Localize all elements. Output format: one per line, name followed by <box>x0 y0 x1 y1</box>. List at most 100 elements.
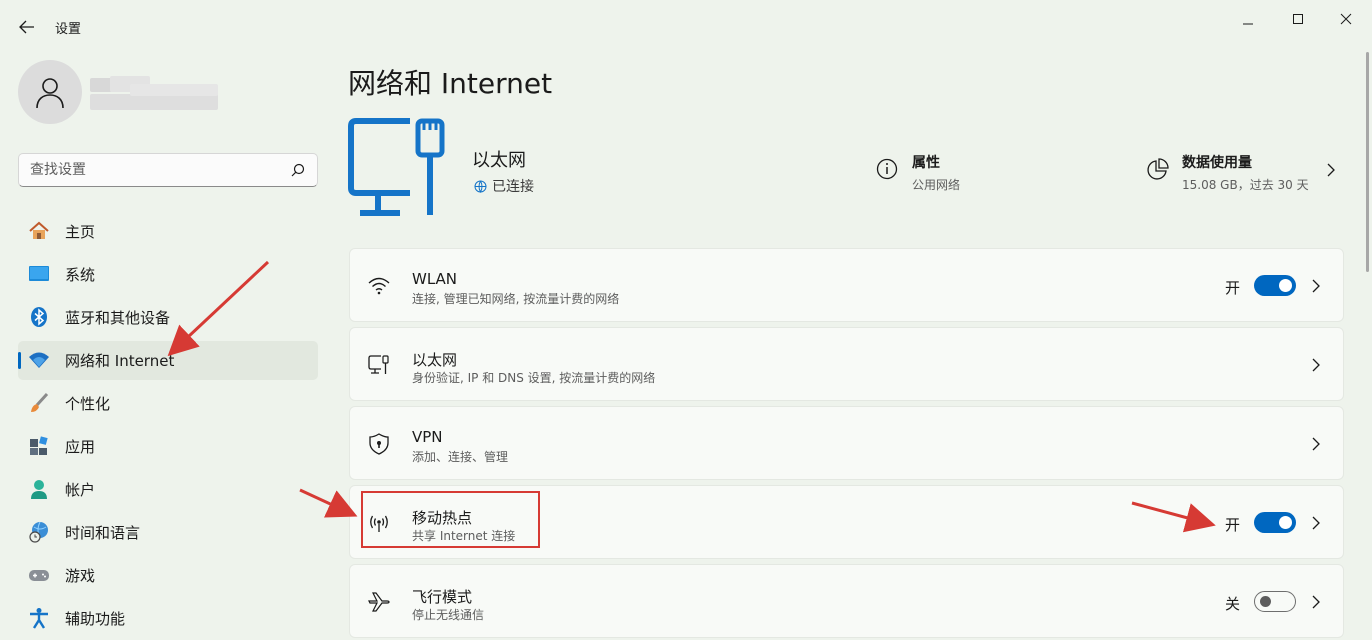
toggle-state-label: 关 <box>1224 595 1240 613</box>
toggle-knob <box>1260 596 1271 607</box>
connection-status: 已连接 <box>474 176 534 196</box>
gamepad-icon <box>28 564 50 586</box>
properties-subtitle: 公用网络 <box>912 178 961 192</box>
sidebar-item-label: 网络和 Internet <box>65 352 175 370</box>
sidebar-item-label: 主页 <box>65 223 96 241</box>
settings-cards: WLAN 连接, 管理已知网络, 按流量计费的网络 开 以太网 身份验证, IP… <box>349 248 1344 640</box>
person-icon <box>36 78 64 109</box>
apps-icon <box>28 435 50 457</box>
hotspot-icon <box>368 512 390 534</box>
connection-name: 以太网 <box>472 150 526 171</box>
sidebar-item-apps[interactable]: 应用 <box>18 427 318 466</box>
sidebar-item-network[interactable]: 网络和 Internet <box>18 341 318 380</box>
account-icon <box>28 478 50 500</box>
scrollbar[interactable] <box>1366 52 1369 632</box>
card-subtitle: 共享 Internet 连接 <box>412 529 516 543</box>
scrollbar-thumb[interactable] <box>1366 52 1369 272</box>
card-title: 移动热点 <box>412 509 473 527</box>
shield-icon <box>368 433 390 455</box>
mobile-hotspot-card[interactable]: 移动热点 共享 Internet 连接 开 <box>349 485 1344 559</box>
chevron-right-icon <box>1309 515 1323 531</box>
avatar <box>18 60 82 124</box>
card-title: VPN <box>412 428 443 446</box>
chevron-right-icon <box>1309 594 1323 610</box>
wifi-icon <box>28 349 50 371</box>
search-box[interactable] <box>18 153 318 187</box>
maximize-button[interactable] <box>1276 6 1320 32</box>
search-input[interactable] <box>19 154 269 186</box>
ethernet-icon <box>368 354 390 376</box>
app-title: 设置 <box>55 22 82 37</box>
sidebar-item-label: 系统 <box>65 266 96 284</box>
pie-chart-icon <box>1147 158 1169 180</box>
bluetooth-icon <box>28 306 50 328</box>
title-bar: 设置 <box>0 0 1372 52</box>
chevron-right-icon <box>1309 357 1323 373</box>
info-icon <box>876 158 898 180</box>
sidebar-item-bluetooth[interactable]: 蓝牙和其他设备 <box>18 298 318 337</box>
connection-status-text: 已连接 <box>492 179 534 195</box>
sidebar-item-system[interactable]: 系统 <box>18 255 318 294</box>
minimize-icon <box>1243 23 1253 25</box>
sidebar-item-label: 游戏 <box>65 567 96 585</box>
system-icon <box>28 263 50 285</box>
globe-icon <box>474 180 487 193</box>
close-button[interactable] <box>1324 6 1368 32</box>
accessibility-icon <box>28 607 50 629</box>
page-title: 网络和 Internet <box>348 67 553 100</box>
sidebar-item-label: 帐户 <box>65 481 96 499</box>
toggle-state-label: 开 <box>1224 279 1240 297</box>
data-usage-subtitle: 15.08 GB，过去 30 天 <box>1182 178 1309 192</box>
toggle-knob <box>1279 279 1292 292</box>
data-usage-title: 数据使用量 <box>1182 155 1252 171</box>
brush-icon <box>28 392 50 414</box>
blurred-user-name <box>90 74 220 114</box>
arrow-left-icon <box>19 20 34 34</box>
chevron-right-icon <box>1309 278 1323 294</box>
vpn-card[interactable]: VPN 添加、连接、管理 <box>349 406 1344 480</box>
card-subtitle: 连接, 管理已知网络, 按流量计费的网络 <box>412 292 620 306</box>
wlan-card[interactable]: WLAN 连接, 管理已知网络, 按流量计费的网络 开 <box>349 248 1344 322</box>
sidebar-item-gaming[interactable]: 游戏 <box>18 556 318 595</box>
sidebar-item-accessibility[interactable]: 辅助功能 <box>18 599 318 638</box>
globe-clock-icon <box>28 521 50 543</box>
sidebar-item-home[interactable]: 主页 <box>18 212 318 251</box>
back-button[interactable] <box>14 14 40 40</box>
home-icon <box>28 220 50 242</box>
airplane-mode-toggle[interactable] <box>1254 591 1296 612</box>
search-icon[interactable] <box>291 163 305 177</box>
minimize-button[interactable] <box>1226 6 1270 32</box>
properties-title: 属性 <box>912 155 940 171</box>
sidebar-item-time-language[interactable]: 时间和语言 <box>18 513 318 552</box>
wifi-icon <box>368 275 390 297</box>
user-profile[interactable] <box>18 60 318 126</box>
card-title: WLAN <box>412 270 458 288</box>
card-title: 以太网 <box>412 351 458 369</box>
ethernet-card[interactable]: 以太网 身份验证, IP 和 DNS 设置, 按流量计费的网络 <box>349 327 1344 401</box>
sidebar-item-label: 辅助功能 <box>65 610 126 628</box>
sidebar-item-label: 应用 <box>65 438 96 456</box>
sidebar-item-personalization[interactable]: 个性化 <box>18 384 318 423</box>
chevron-right-icon <box>1327 163 1335 177</box>
airplane-mode-card[interactable]: 飞行模式 停止无线通信 关 <box>349 564 1344 638</box>
ethernet-monitor-icon <box>348 118 445 216</box>
sidebar-nav: 主页 系统 蓝牙和其他设备 网络和 Internet 个性化 应用 帐户 时间和… <box>18 212 318 640</box>
data-usage-link[interactable]: 数据使用量 15.08 GB，过去 30 天 <box>1146 152 1336 196</box>
card-subtitle: 停止无线通信 <box>412 608 485 622</box>
wlan-toggle[interactable] <box>1254 275 1296 296</box>
sidebar-item-label: 蓝牙和其他设备 <box>65 309 171 327</box>
card-subtitle: 添加、连接、管理 <box>412 450 509 464</box>
sidebar-item-label: 时间和语言 <box>65 524 141 542</box>
airplane-icon <box>368 591 390 613</box>
mobile-hotspot-toggle[interactable] <box>1254 512 1296 533</box>
properties-link[interactable]: 属性 公用网络 <box>876 152 976 196</box>
toggle-state-label: 开 <box>1224 516 1240 534</box>
sidebar-item-accounts[interactable]: 帐户 <box>18 470 318 509</box>
toggle-knob <box>1279 516 1292 529</box>
chevron-right-icon <box>1309 436 1323 452</box>
close-icon <box>1340 13 1352 25</box>
card-title: 飞行模式 <box>412 588 473 606</box>
maximize-icon <box>1293 14 1303 24</box>
ethernet-summary: 以太网 已连接 属性 公用网络 数据使用量 15.08 GB，过去 30 天 <box>348 116 1344 222</box>
sidebar-item-label: 个性化 <box>65 395 111 413</box>
